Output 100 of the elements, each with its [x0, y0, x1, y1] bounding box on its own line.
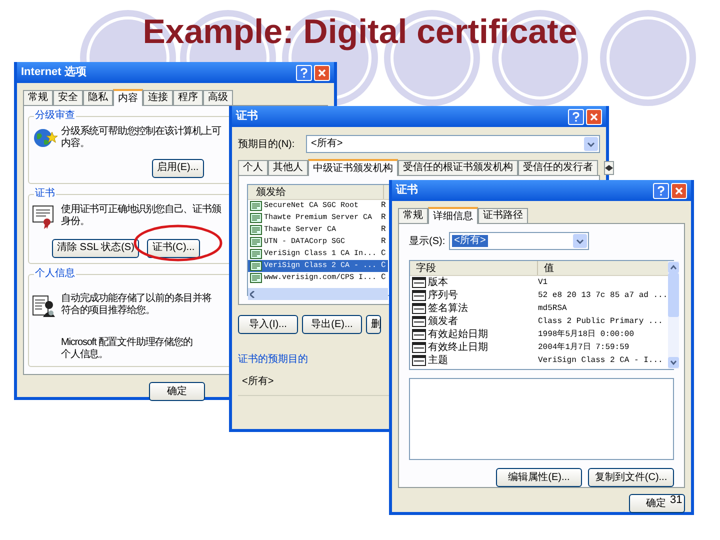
close-button[interactable] — [586, 108, 602, 124]
chevron-down-icon — [587, 142, 595, 146]
arrow-down-icon — [668, 356, 679, 368]
certificate-icon — [250, 213, 262, 223]
tab[interactable]: 常规 — [23, 90, 53, 105]
chevron-down-icon — [576, 238, 584, 244]
close-icon — [590, 112, 598, 120]
certificate-icon — [250, 273, 262, 283]
help-button[interactable] — [653, 182, 669, 198]
close-button[interactable] — [314, 64, 330, 80]
tab-scroll-buttons[interactable] — [604, 161, 614, 175]
dropdown-arrow-button[interactable] — [584, 137, 598, 151]
field-icon — [412, 303, 426, 314]
field-name: 签名算法 — [427, 302, 469, 315]
arrow-up-icon — [668, 262, 679, 273]
dialog-button[interactable]: 编辑属性(E)... — [496, 468, 582, 487]
field-icon — [412, 277, 426, 288]
close-icon — [318, 68, 326, 76]
field-name: 版本 — [427, 276, 449, 289]
tab[interactable]: 常规 — [398, 208, 428, 223]
dialog-button[interactable]: 导入(I)... — [238, 315, 298, 334]
scrollbar-thumb[interactable] — [668, 272, 679, 317]
page-number: 31 — [670, 494, 682, 506]
dialog-button[interactable]: 导出(E)... — [302, 315, 362, 334]
tab[interactable]: 详细信息 — [428, 207, 478, 224]
table-cell: C — [381, 260, 386, 272]
tab[interactable]: 其他人 — [268, 160, 308, 175]
field-icon — [412, 355, 426, 366]
arrow-left-icon — [605, 165, 609, 171]
table-cell: R — [381, 200, 386, 212]
dropdown-arrow-button[interactable] — [573, 234, 588, 248]
field-value: 1998年5月18日 0:00:00 — [538, 328, 634, 341]
field-icon — [412, 342, 426, 353]
field-value: md5RSA — [538, 303, 567, 315]
help-button[interactable] — [296, 64, 312, 80]
field-name: 序列号 — [427, 289, 458, 302]
vertical-scrollbar[interactable] — [668, 261, 679, 369]
tab[interactable]: 程序 — [173, 90, 203, 105]
help-icon — [300, 68, 308, 78]
field-value: Class 2 Public Primary ... — [538, 316, 663, 328]
dialog-button[interactable]: 复制到文件(C)... — [588, 468, 674, 487]
field-value: V1 — [538, 277, 548, 289]
field-value: VeriSign Class 2 CA - I... — [538, 355, 663, 367]
purpose-value: <所有> — [241, 376, 275, 388]
dropdown[interactable]: <所有> — [306, 135, 600, 153]
field-label: 显示(S): — [409, 234, 446, 248]
tab[interactable]: 受信任的根证书颁发机构 — [398, 160, 518, 175]
contact-card-icon — [32, 293, 56, 319]
certificate-icon — [32, 204, 56, 230]
field-name: 有效终止日期 — [427, 341, 489, 354]
group-heading: 证书的预期目的 — [238, 354, 308, 365]
table-cell: C — [381, 248, 386, 260]
certificate-icon — [250, 237, 262, 247]
tab[interactable]: 隐私 — [83, 90, 113, 105]
field-name: 有效起始日期 — [427, 328, 489, 341]
table-cell: R — [381, 224, 386, 236]
group-heading: 证书 — [34, 188, 56, 200]
dropdown[interactable]: <所有> — [449, 232, 590, 250]
group-heading: 分级审查 — [34, 110, 76, 122]
dialog-button[interactable]: 启用(E)... — [152, 158, 204, 178]
tab[interactable]: 受信任的发行者 — [518, 160, 598, 175]
certificate-icon — [250, 261, 262, 271]
field-name: 颁发者 — [427, 315, 459, 328]
horizontal-scrollbar[interactable] — [248, 288, 388, 300]
tab[interactable]: 安全 — [53, 90, 83, 105]
arrow-left-icon — [250, 290, 255, 298]
field-value: 2004年1月7日 7:59:59 — [538, 342, 630, 354]
table-cell: R — [381, 236, 386, 248]
slide-title: Example: Digital certificate — [142, 12, 578, 52]
tab[interactable]: 内容 — [113, 89, 143, 106]
help-icon — [572, 112, 580, 122]
tab[interactable]: 个人 — [238, 160, 268, 175]
field-value: 52 e8 20 13 7c 85 a7 ad ... — [538, 290, 668, 302]
tab[interactable]: 中级证书颁发机构 — [308, 159, 398, 176]
help-button[interactable] — [568, 108, 584, 124]
window-title: 证书 — [236, 108, 258, 124]
dropdown-value: <所有> — [452, 235, 488, 247]
field-name: 主题 — [427, 354, 449, 367]
tab[interactable]: 证书路径 — [478, 208, 528, 223]
tab[interactable]: 高级 — [203, 90, 233, 105]
arrow-right-icon — [609, 165, 613, 171]
field-icon — [412, 290, 426, 301]
column-header: 颁发给 — [248, 185, 384, 199]
dialog-button[interactable]: 确定 — [149, 382, 205, 401]
dialog-button[interactable]: 证书(C)... — [147, 238, 200, 258]
table-cell: C — [381, 272, 386, 284]
description-text: 使用证书可正确地识别您自己、证书颁 身份。 — [61, 204, 221, 228]
description-text: Microsoft 配置文件助理存储您的 个人信息。 — [61, 337, 192, 361]
tab[interactable]: 连接 — [143, 90, 173, 105]
close-button[interactable] — [671, 182, 687, 198]
dialog-button[interactable]: 清除 SSL 状态(S) — [52, 238, 140, 258]
description-text: 自动完成功能存储了以前的条目并将 符合的项目推荐给您。 — [61, 293, 212, 317]
column-header: 字段 — [410, 261, 538, 275]
certificate-icon — [250, 249, 262, 259]
window-title: Internet 选项 — [21, 64, 86, 80]
certificate-icon — [250, 201, 262, 211]
dropdown-value: <所有> — [310, 138, 344, 150]
window-title: 证书 — [396, 182, 418, 198]
group-heading: 个人信息 — [34, 268, 76, 280]
help-icon — [657, 186, 665, 196]
